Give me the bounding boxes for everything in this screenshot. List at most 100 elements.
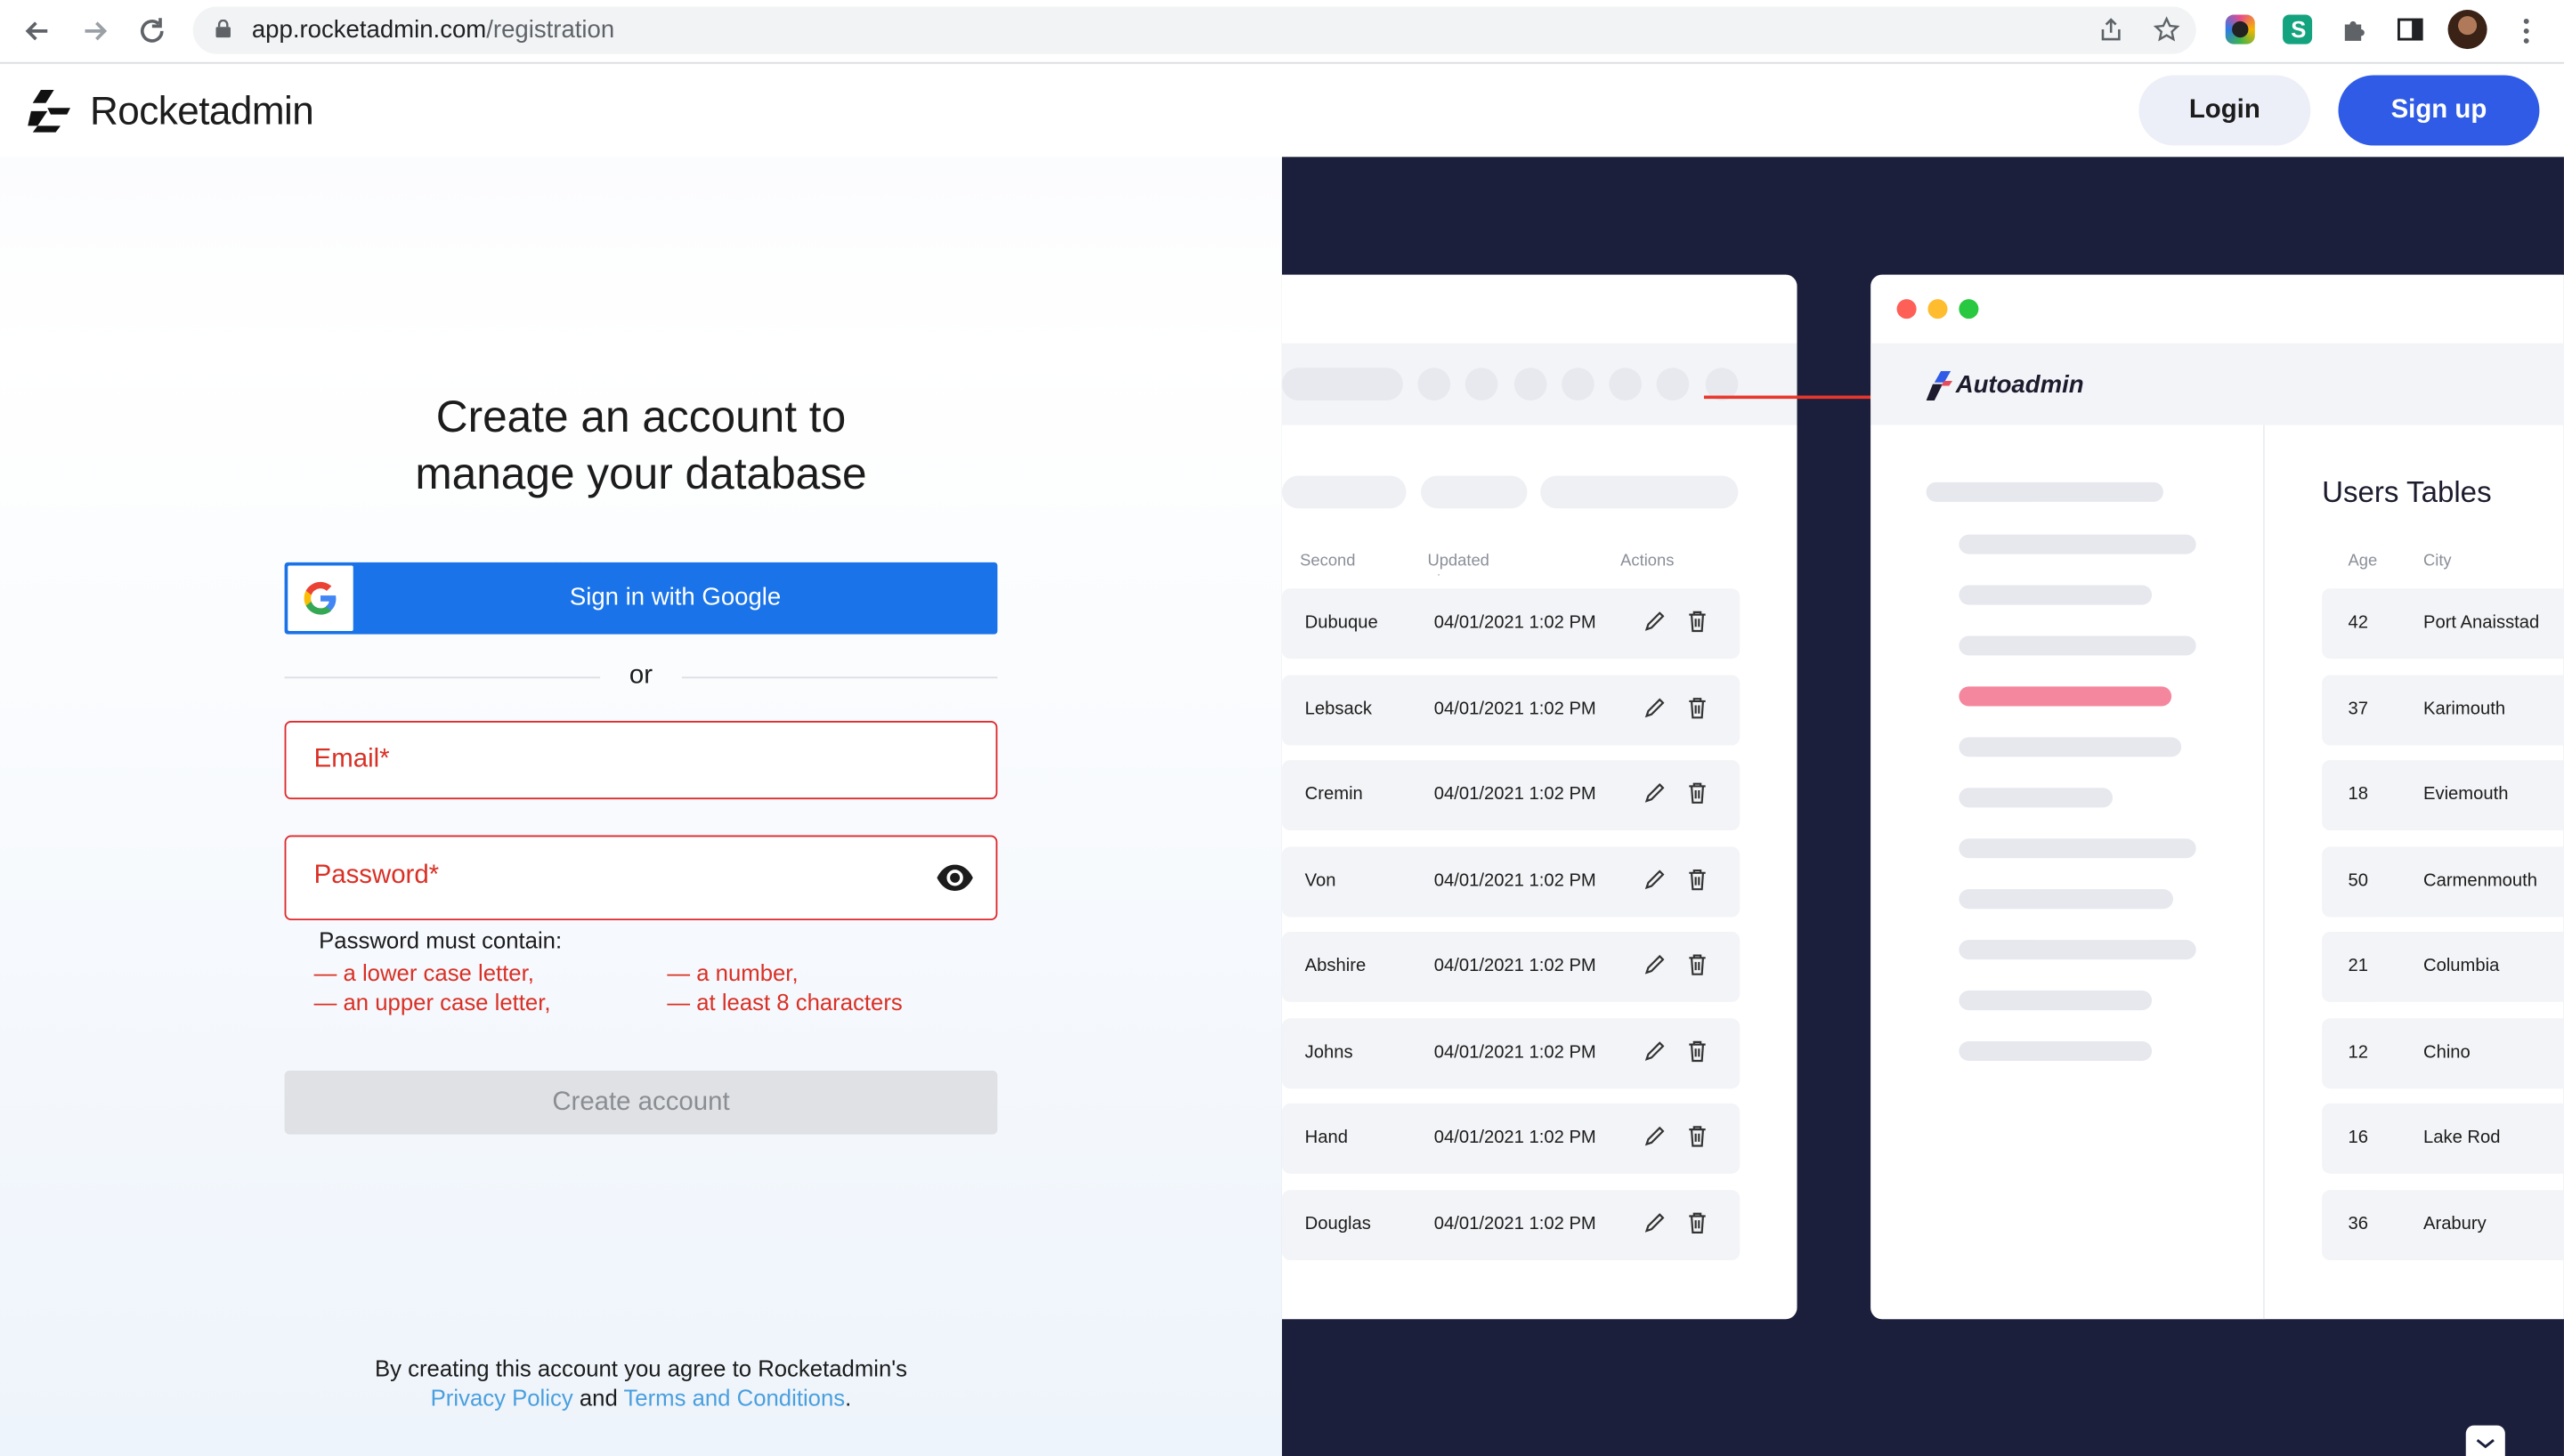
password-placeholder: Password* bbox=[313, 861, 440, 890]
cell-name: Dubuque bbox=[1304, 612, 1378, 633]
sidebar-placeholder bbox=[1959, 940, 2196, 960]
puzzle-icon[interactable] bbox=[2340, 15, 2369, 44]
cell-age: 12 bbox=[2348, 1042, 2369, 1063]
filter-pill bbox=[1281, 475, 1407, 509]
reload-icon[interactable] bbox=[134, 13, 170, 49]
delete-trash-icon[interactable] bbox=[1686, 868, 1709, 891]
autoadmin-name: Autoadmin bbox=[1955, 370, 2084, 400]
edit-pencil-icon[interactable] bbox=[1643, 1039, 1667, 1063]
chat-widget-icon[interactable] bbox=[2465, 1425, 2505, 1456]
url-host: app.rocketadmin.com bbox=[251, 16, 487, 44]
hint-lowercase: — a lower case letter, bbox=[313, 959, 534, 986]
delete-trash-icon[interactable] bbox=[1686, 610, 1709, 633]
column-header-second-name: Second name bbox=[1300, 552, 1356, 576]
title-line-1: Create an account to bbox=[435, 392, 847, 441]
browser-toolbar: app.rocketadmin.com/registration S bbox=[0, 0, 2564, 64]
share-icon[interactable] bbox=[2097, 16, 2126, 45]
delete-trash-icon[interactable] bbox=[1686, 781, 1709, 805]
cell-city: Lake Rod bbox=[2422, 1128, 2501, 1148]
cell-age: 21 bbox=[2348, 956, 2369, 976]
table-row: Johns 04/01/2021 1:02 PM bbox=[1281, 1018, 1740, 1089]
email-field[interactable]: Email* bbox=[284, 720, 998, 800]
cell-age: 16 bbox=[2348, 1128, 2369, 1148]
table-row: Hand 04/01/2021 1:02 PM bbox=[1281, 1103, 1740, 1174]
password-field[interactable]: Password* bbox=[284, 835, 998, 921]
sidebar-placeholder bbox=[1959, 635, 2196, 656]
cell-date: 04/01/2021 1:02 PM bbox=[1433, 784, 1596, 805]
or-separator: or bbox=[629, 661, 653, 691]
cell-city: Columbia bbox=[2422, 956, 2500, 976]
terms-conditions-link[interactable]: Terms and Conditions bbox=[623, 1385, 845, 1411]
extension-color-icon[interactable] bbox=[2225, 14, 2255, 44]
forward-icon[interactable] bbox=[77, 13, 112, 49]
terms-text: By creating this account you agree to Ro… bbox=[374, 1355, 908, 1382]
sidebar-active-item bbox=[1959, 686, 2172, 707]
table-preview-toolbar bbox=[1281, 343, 1797, 425]
login-button[interactable]: Login bbox=[2138, 75, 2311, 146]
delete-trash-icon[interactable] bbox=[1686, 1125, 1709, 1148]
cell-name: Hand bbox=[1304, 1128, 1348, 1148]
show-password-icon[interactable] bbox=[936, 863, 975, 893]
delete-trash-icon[interactable] bbox=[1686, 696, 1709, 719]
registration-panel: Create an account to manage your databas… bbox=[0, 157, 1282, 1456]
app-header: Rocketadmin Login Sign up bbox=[0, 65, 2564, 158]
cell-age: 50 bbox=[2348, 870, 2369, 892]
users-row: 21 Columbia bbox=[2322, 931, 2564, 1002]
users-tables-title: Users Tables bbox=[2322, 475, 2492, 509]
cell-name: Lebsack bbox=[1304, 700, 1372, 720]
sidebar-placeholder bbox=[1959, 534, 2196, 554]
back-icon[interactable] bbox=[20, 13, 55, 49]
cell-age: 37 bbox=[2348, 700, 2369, 720]
address-bar[interactable]: app.rocketadmin.com/registration bbox=[192, 6, 2196, 54]
autoadmin-logo-icon bbox=[1926, 370, 1953, 400]
users-row: 50 Carmenmouth bbox=[2322, 846, 2564, 918]
rocketadmin-logo-icon[interactable] bbox=[28, 90, 73, 133]
edit-pencil-icon[interactable] bbox=[1643, 1125, 1667, 1148]
url-text: app.rocketadmin.com/registration bbox=[252, 16, 614, 44]
delete-trash-icon[interactable] bbox=[1686, 1039, 1709, 1063]
app-preview-card: Autoadmin Users Tables Age City 42 Port … bbox=[1870, 274, 2564, 1320]
cell-city: Arabury bbox=[2422, 1214, 2487, 1234]
create-account-button[interactable]: Create account bbox=[284, 1071, 998, 1135]
brand-name[interactable]: Rocketadmin bbox=[90, 90, 314, 135]
profile-avatar[interactable] bbox=[2447, 10, 2487, 50]
cell-date: 04/01/2021 1:02 PM bbox=[1433, 1214, 1596, 1234]
cell-name: Cremin bbox=[1304, 784, 1363, 805]
filter-pill bbox=[1540, 475, 1739, 509]
cell-city: Carmenmouth bbox=[2422, 870, 2538, 892]
email-placeholder: Email* bbox=[313, 745, 390, 773]
cell-city: Eviemouth bbox=[2422, 784, 2509, 805]
delete-trash-icon[interactable] bbox=[1686, 953, 1709, 976]
extension-s-icon[interactable]: S bbox=[2283, 14, 2313, 44]
edit-pencil-icon[interactable] bbox=[1643, 696, 1667, 719]
url-path: /registration bbox=[486, 16, 615, 44]
cell-date: 04/01/2021 1:02 PM bbox=[1433, 870, 1596, 892]
edit-pencil-icon[interactable] bbox=[1643, 610, 1667, 633]
sidebar-placeholder bbox=[1959, 788, 2114, 808]
sidebar-placeholder bbox=[1959, 585, 2153, 605]
column-header-updated-at: Updated at bbox=[1427, 552, 1489, 576]
cell-city: Chino bbox=[2422, 1042, 2471, 1063]
toolbar-dot bbox=[1609, 368, 1643, 400]
privacy-policy-link[interactable]: Privacy Policy bbox=[431, 1385, 573, 1411]
edit-pencil-icon[interactable] bbox=[1643, 868, 1667, 891]
google-signin-button[interactable]: Sign in with Google bbox=[284, 562, 998, 635]
table-row: Dubuque 04/01/2021 1:02 PM bbox=[1281, 588, 1740, 659]
edit-pencil-icon[interactable] bbox=[1643, 1211, 1667, 1234]
side-panel-icon[interactable] bbox=[2396, 15, 2425, 44]
google-signin-label: Sign in with Google bbox=[569, 583, 782, 611]
edit-pencil-icon[interactable] bbox=[1643, 781, 1667, 805]
delete-trash-icon[interactable] bbox=[1686, 1211, 1709, 1234]
signup-button[interactable]: Sign up bbox=[2338, 75, 2540, 146]
cell-date: 04/01/2021 1:02 PM bbox=[1433, 1042, 1596, 1063]
chrome-menu-icon[interactable] bbox=[2508, 13, 2544, 49]
cell-age: 18 bbox=[2348, 784, 2369, 805]
toolbar-dot bbox=[1417, 368, 1451, 400]
window-close-dot bbox=[1896, 299, 1917, 320]
edit-pencil-icon[interactable] bbox=[1643, 953, 1667, 976]
hint-length: — at least 8 characters bbox=[667, 989, 903, 1015]
bookmark-star-icon[interactable] bbox=[2152, 16, 2181, 45]
divider-right bbox=[681, 676, 998, 679]
sidebar-placeholder bbox=[1959, 737, 2182, 757]
sidebar-placeholder bbox=[1959, 991, 2153, 1011]
